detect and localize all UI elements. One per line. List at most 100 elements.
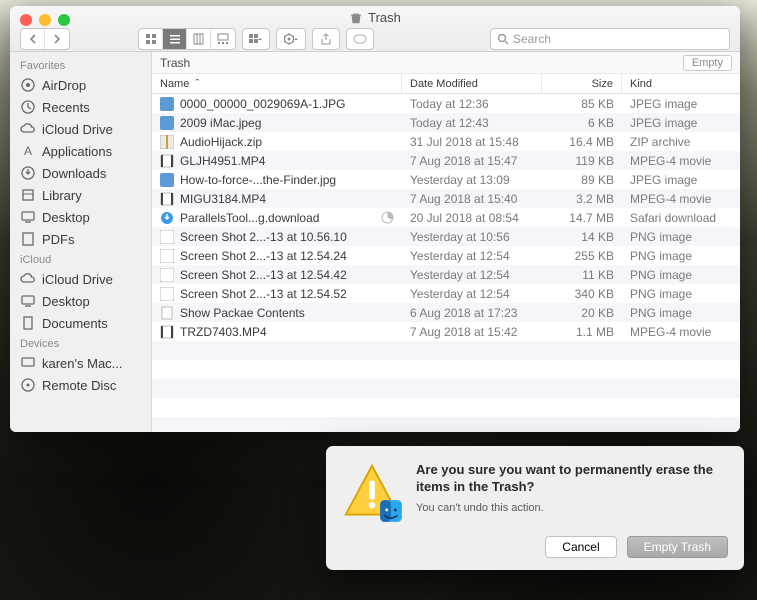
back-button[interactable] xyxy=(21,29,45,49)
sidebar-item[interactable]: AirDrop xyxy=(10,74,151,96)
column-view-button[interactable] xyxy=(187,29,211,49)
sidebar-item-label: Recents xyxy=(42,100,90,115)
file-kind: MPEG-4 movie xyxy=(622,325,740,339)
sidebar-item[interactable]: Desktop xyxy=(10,206,151,228)
nav-back-forward xyxy=(20,28,70,50)
list-view-button[interactable] xyxy=(163,29,187,49)
doc-icon xyxy=(20,315,36,331)
file-date: Yesterday at 12:54 xyxy=(402,287,542,301)
sidebar-item[interactable]: PDFs xyxy=(10,228,151,250)
sidebar-item-label: karen's Mac... xyxy=(42,356,123,371)
file-size: 3.2 MB xyxy=(542,192,622,206)
icon-view-button[interactable] xyxy=(139,29,163,49)
mac-icon xyxy=(20,355,36,371)
file-row[interactable]: How-to-force-...the-Finder.jpg Yesterday… xyxy=(152,170,740,189)
file-kind: PNG image xyxy=(622,287,740,301)
column-header-name[interactable]: Name ˆ xyxy=(152,74,402,93)
file-kind: MPEG-4 movie xyxy=(622,192,740,206)
location-label: Trash xyxy=(160,56,190,70)
sidebar-item-label: iCloud Drive xyxy=(42,122,113,137)
search-field[interactable]: Search xyxy=(490,28,730,50)
dialog-subtext: You can't undo this action. xyxy=(416,502,728,514)
file-type-icon xyxy=(160,116,174,130)
sidebar-item-label: Downloads xyxy=(42,166,106,181)
file-date: 7 Aug 2018 at 15:42 xyxy=(402,325,542,339)
file-type-icon xyxy=(160,306,174,320)
column-header-date[interactable]: Date Modified xyxy=(402,74,542,93)
tags-button[interactable] xyxy=(346,28,374,50)
sidebar-item-label: Desktop xyxy=(42,210,90,225)
file-kind: JPEG image xyxy=(622,97,740,111)
file-size: 14.7 MB xyxy=(542,211,622,225)
file-kind: MPEG-4 movie xyxy=(622,154,740,168)
file-type-icon xyxy=(160,97,174,111)
share-button[interactable] xyxy=(312,28,340,50)
file-row[interactable]: Screen Shot 2...-13 at 10.56.10 Yesterda… xyxy=(152,227,740,246)
sidebar-item-label: Library xyxy=(42,188,82,203)
column-header-size[interactable]: Size xyxy=(542,74,622,93)
apps-icon: A xyxy=(20,143,36,159)
file-row[interactable]: ParallelsTool...g.download 20 Jul 2018 a… xyxy=(152,208,740,227)
file-row[interactable]: MIGU3184.MP4 7 Aug 2018 at 15:40 3.2 MB … xyxy=(152,189,740,208)
file-size: 85 KB xyxy=(542,97,622,111)
file-size: 340 KB xyxy=(542,287,622,301)
file-type-icon xyxy=(160,268,174,282)
sidebar-item[interactable]: AApplications xyxy=(10,140,151,162)
file-name: GLJH4951.MP4 xyxy=(180,154,265,168)
empty-trash-confirm-button[interactable]: Empty Trash xyxy=(627,536,728,558)
sidebar-item-label: PDFs xyxy=(42,232,75,247)
sidebar-item-label: Remote Disc xyxy=(42,378,116,393)
file-list: 0000_00000_0029069A-1.JPG Today at 12:36… xyxy=(152,94,740,432)
file-row[interactable]: AudioHijack.zip 31 Jul 2018 at 15:48 16.… xyxy=(152,132,740,151)
group-by-button[interactable] xyxy=(242,28,270,50)
empty-row xyxy=(152,398,740,417)
file-row[interactable]: GLJH4951.MP4 7 Aug 2018 at 15:47 119 KB … xyxy=(152,151,740,170)
sidebar-item[interactable]: Library xyxy=(10,184,151,206)
forward-button[interactable] xyxy=(45,29,69,49)
confirm-empty-trash-dialog: Are you sure you want to permanently era… xyxy=(326,446,744,570)
cancel-button[interactable]: Cancel xyxy=(545,536,616,558)
warning-icon xyxy=(342,462,402,522)
sidebar-item[interactable]: Recents xyxy=(10,96,151,118)
file-date: Today at 12:43 xyxy=(402,116,542,130)
file-row[interactable]: Screen Shot 2...-13 at 12.54.52 Yesterda… xyxy=(152,284,740,303)
sidebar-item[interactable]: iCloud Drive xyxy=(10,268,151,290)
file-kind: ZIP archive xyxy=(622,135,740,149)
download-icon xyxy=(20,165,36,181)
file-kind: PNG image xyxy=(622,249,740,263)
file-date: 31 Jul 2018 at 15:48 xyxy=(402,135,542,149)
file-row[interactable]: Show Packae Contents 6 Aug 2018 at 17:23… xyxy=(152,303,740,322)
empty-row xyxy=(152,417,740,432)
sidebar-item[interactable]: Documents xyxy=(10,312,151,334)
file-row[interactable]: 0000_00000_0029069A-1.JPG Today at 12:36… xyxy=(152,94,740,113)
file-row[interactable]: 2009 iMac.jpeg Today at 12:43 6 KB JPEG … xyxy=(152,113,740,132)
sidebar-item[interactable]: Downloads xyxy=(10,162,151,184)
empty-trash-button[interactable]: Empty xyxy=(683,55,732,71)
toolbar: Search xyxy=(20,28,730,50)
gallery-view-button[interactable] xyxy=(211,29,235,49)
column-header-kind[interactable]: Kind xyxy=(622,74,740,93)
file-kind: JPEG image xyxy=(622,173,740,187)
sidebar-item[interactable]: Desktop xyxy=(10,290,151,312)
empty-row xyxy=(152,379,740,398)
sidebar-item[interactable]: Remote Disc xyxy=(10,374,151,396)
empty-row xyxy=(152,360,740,379)
file-row[interactable]: TRZD7403.MP4 7 Aug 2018 at 15:42 1.1 MB … xyxy=(152,322,740,341)
file-name: Screen Shot 2...-13 at 12.54.52 xyxy=(180,287,347,301)
sidebar-item[interactable]: karen's Mac... xyxy=(10,352,151,374)
empty-row xyxy=(152,341,740,360)
sort-indicator-icon: ˆ xyxy=(195,78,199,90)
file-row[interactable]: Screen Shot 2...-13 at 12.54.24 Yesterda… xyxy=(152,246,740,265)
window-title: Trash xyxy=(10,10,740,25)
file-kind: PNG image xyxy=(622,230,740,244)
file-name: 2009 iMac.jpeg xyxy=(180,116,261,130)
file-name: TRZD7403.MP4 xyxy=(180,325,267,339)
action-menu-button[interactable] xyxy=(276,28,306,50)
sidebar-item[interactable]: iCloud Drive xyxy=(10,118,151,140)
file-type-icon xyxy=(160,192,174,206)
file-type-icon xyxy=(160,325,174,339)
file-row[interactable]: Screen Shot 2...-13 at 12.54.42 Yesterda… xyxy=(152,265,740,284)
file-type-icon xyxy=(160,173,174,187)
library-icon xyxy=(20,187,36,203)
desktop-icon xyxy=(20,209,36,225)
